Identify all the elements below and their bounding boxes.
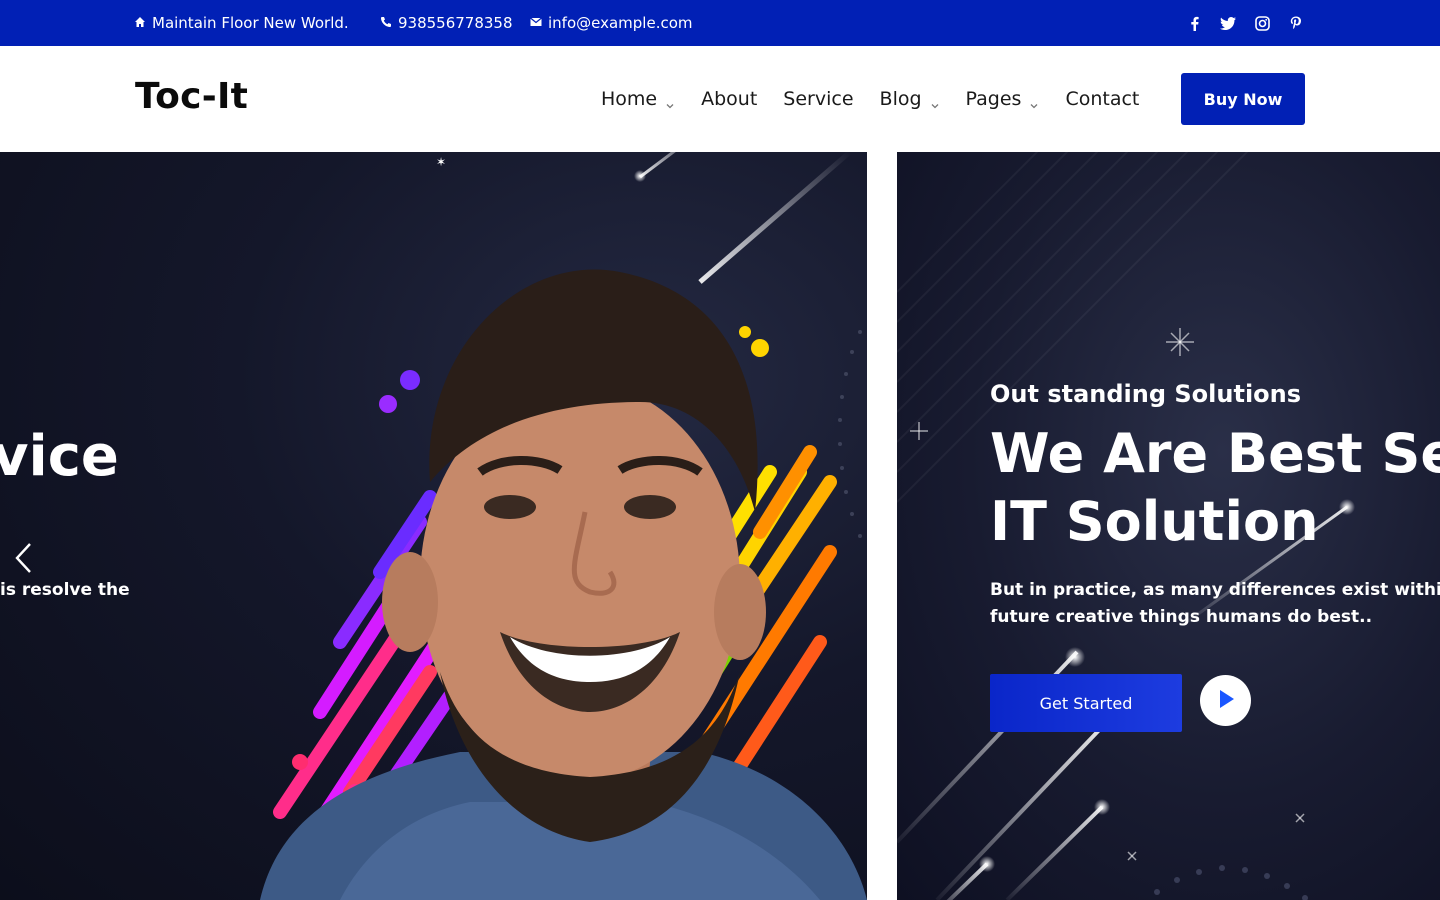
- home-icon: [134, 16, 146, 31]
- facebook-icon[interactable]: [1184, 13, 1204, 33]
- slide-title-line-2: IT Solution: [990, 490, 1319, 553]
- slide-title-line-1: We Are Best Se: [990, 422, 1440, 485]
- buy-now-button[interactable]: Buy Now: [1181, 73, 1305, 125]
- phone-icon: [380, 16, 392, 31]
- instagram-icon[interactable]: [1252, 13, 1272, 33]
- phone-text: 938556778358: [398, 14, 513, 32]
- social-links: [1184, 0, 1306, 46]
- previous-slide-text: is resolve the: [0, 580, 130, 600]
- slide-description-line-1: But in practice, as many differences exi…: [990, 580, 1440, 600]
- current-slide: Out standing Solutions We Are Best Se IT…: [897, 152, 1440, 900]
- nav-pages[interactable]: Pages: [966, 88, 1040, 110]
- nav-service-label: Service: [783, 88, 854, 110]
- email-text: info@example.com: [548, 14, 693, 32]
- nav-about-label: About: [701, 88, 758, 110]
- pinterest-icon[interactable]: [1286, 13, 1306, 33]
- slide-background-decor: ✶: [260, 152, 867, 900]
- twitter-icon[interactable]: [1218, 13, 1238, 33]
- portrait-illustration: [260, 269, 867, 900]
- nav-blog-label: Blog: [879, 88, 922, 110]
- slide-gap: [867, 152, 897, 900]
- slide-description-line-2: future creative things humans do best..: [990, 607, 1373, 627]
- envelope-icon: [530, 16, 542, 30]
- get-started-button[interactable]: Get Started: [990, 674, 1182, 732]
- nav-home-label: Home: [601, 88, 658, 110]
- chevron-down-icon: [665, 94, 675, 109]
- previous-slide: ✶ vice is resolve the: [0, 152, 867, 900]
- email-info[interactable]: info@example.com: [530, 0, 693, 46]
- top-bar: Maintain Floor New World. 938556778358 i…: [0, 0, 1440, 46]
- nav-service[interactable]: Service: [783, 88, 853, 110]
- main-header: Toc-It Home About Service Blog Pages Con…: [0, 46, 1440, 152]
- chevron-left-icon[interactable]: [12, 540, 36, 576]
- nav-about[interactable]: About: [701, 88, 757, 110]
- site-logo[interactable]: Toc-It: [135, 76, 248, 117]
- chevron-down-icon: [930, 94, 940, 109]
- nav-home[interactable]: Home: [601, 88, 675, 110]
- play-icon: [1216, 688, 1236, 714]
- main-nav: Home About Service Blog Pages Contact: [601, 46, 1139, 152]
- phone-info[interactable]: 938556778358: [380, 0, 513, 46]
- svg-text:✶: ✶: [436, 155, 446, 169]
- chevron-down-icon: [1029, 94, 1039, 109]
- nav-contact-label: Contact: [1065, 88, 1140, 110]
- play-video-button[interactable]: [1200, 675, 1251, 726]
- nav-contact[interactable]: Contact: [1065, 88, 1139, 110]
- nav-blog[interactable]: Blog: [880, 88, 940, 110]
- address-info: Maintain Floor New World.: [134, 0, 349, 46]
- address-text: Maintain Floor New World.: [152, 14, 349, 32]
- previous-slide-heading: vice: [0, 424, 119, 489]
- slide-subtitle: Out standing Solutions: [990, 380, 1302, 408]
- nav-pages-label: Pages: [965, 88, 1022, 110]
